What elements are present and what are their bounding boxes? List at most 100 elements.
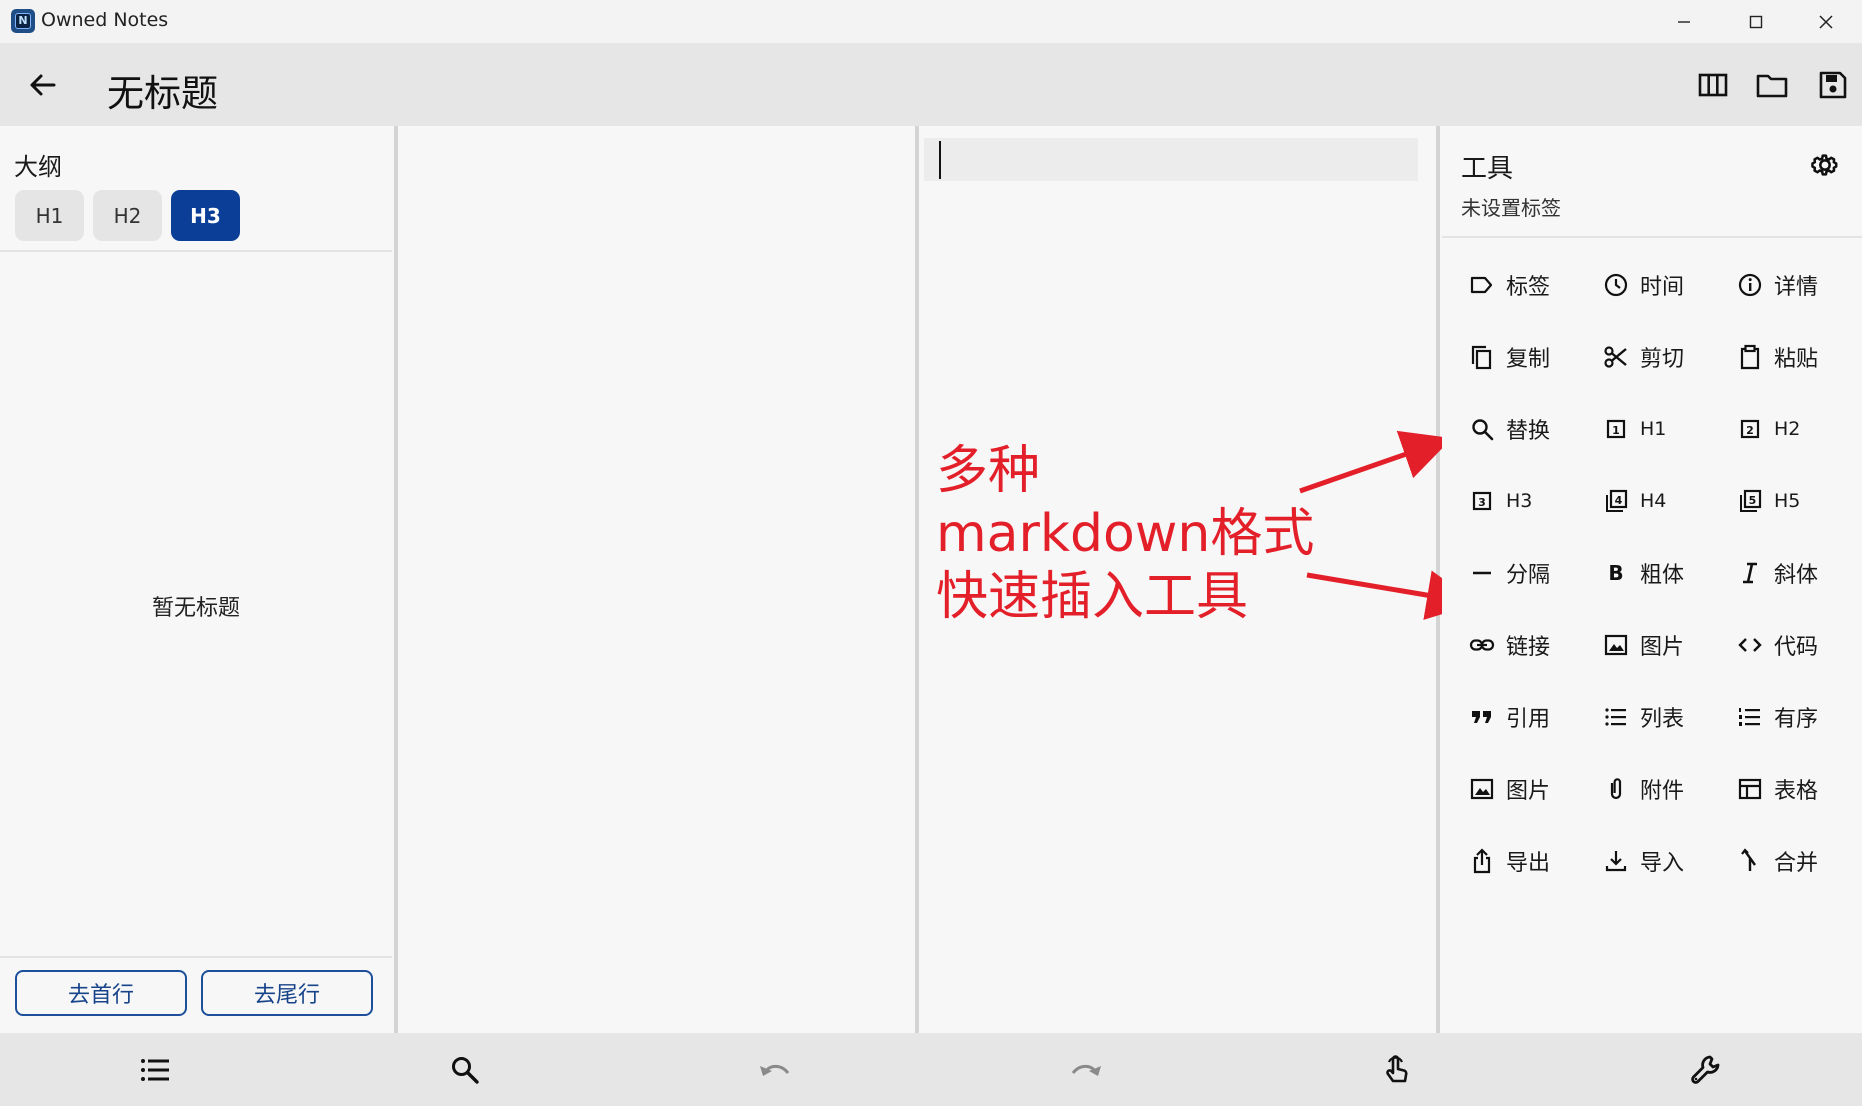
- tool-label: H2: [1774, 418, 1801, 440]
- maximize-icon: [1749, 15, 1763, 28]
- annotation-line: 多种: [936, 441, 1041, 501]
- tool-label: 标签: [1506, 275, 1551, 300]
- tool-label: 斜体: [1774, 563, 1819, 588]
- divider: [0, 250, 392, 252]
- tool-button[interactable]: 图片: [1442, 760, 1572, 818]
- annotation-line: markdown格式: [936, 504, 1315, 564]
- outline-level-h1-button[interactable]: H1: [15, 190, 84, 241]
- columns-layout-button[interactable]: [1688, 60, 1738, 110]
- outline-level-h3-button[interactable]: H3: [171, 190, 240, 241]
- info-icon: [1736, 271, 1764, 299]
- arrow-left-icon: [30, 74, 56, 96]
- tools-toggle-button[interactable]: [1681, 1045, 1731, 1095]
- goto-first-line-button[interactable]: 去首行: [15, 970, 187, 1016]
- tool-label: 粘贴: [1774, 347, 1819, 372]
- search-icon: [452, 1057, 479, 1084]
- annotation-text: 多种 markdown格式 快速插入工具: [936, 440, 1314, 629]
- tool-button[interactable]: 3 H3: [1442, 472, 1572, 530]
- bold-icon: B: [1602, 559, 1630, 587]
- tool-button[interactable]: 附件: [1576, 760, 1706, 818]
- tool-button[interactable]: 表格: [1710, 760, 1840, 818]
- tool-label: 粗体: [1640, 563, 1685, 588]
- svg-text:4: 4: [1615, 494, 1623, 507]
- h2-box-icon: 2: [1736, 415, 1764, 443]
- gear-icon: [1811, 154, 1838, 176]
- redo-button[interactable]: [1061, 1045, 1111, 1095]
- tool-button[interactable]: 详情: [1710, 256, 1840, 314]
- close-window-button[interactable]: [1790, 0, 1862, 43]
- tool-button[interactable]: 1 H1: [1576, 400, 1706, 458]
- outline-panel: 大纲 H1 H2 H3 暂无标题 去首行 去尾行: [0, 126, 392, 1033]
- close-icon: [1819, 14, 1833, 29]
- svg-text:B: B: [1608, 561, 1623, 585]
- tool-label: H3: [1506, 490, 1533, 512]
- minimize-button[interactable]: [1648, 0, 1720, 43]
- back-button[interactable]: [18, 61, 66, 109]
- tool-label: H1: [1640, 418, 1667, 440]
- tool-button[interactable]: 替换: [1442, 400, 1572, 458]
- app-header: 无标题: [0, 43, 1862, 126]
- outline-toggle-button[interactable]: [130, 1045, 180, 1095]
- image-icon: [1602, 631, 1630, 659]
- outline-level-h2-button[interactable]: H2: [93, 190, 162, 241]
- undo-button[interactable]: [750, 1045, 800, 1095]
- h5-box-icon: 5: [1736, 487, 1764, 515]
- tool-button[interactable]: 剪切: [1576, 328, 1706, 386]
- redo-icon: [1071, 1064, 1101, 1076]
- tool-button[interactable]: 列表: [1576, 688, 1706, 746]
- save-button[interactable]: [1808, 60, 1858, 110]
- tools-settings-button[interactable]: [1804, 144, 1846, 186]
- tool-label: 时间: [1640, 275, 1685, 300]
- touch-icon: [1386, 1055, 1408, 1083]
- tool-label: H5: [1774, 490, 1801, 512]
- search-button[interactable]: [440, 1045, 490, 1095]
- maximize-button[interactable]: [1720, 0, 1792, 43]
- label-icon: [1468, 271, 1496, 299]
- tool-button[interactable]: 链接: [1442, 616, 1572, 674]
- divider: [0, 956, 392, 958]
- export-icon: [1468, 847, 1496, 875]
- tool-label: 列表: [1640, 707, 1685, 732]
- tool-button[interactable]: 导出: [1442, 832, 1572, 890]
- h4-box-icon: 4: [1602, 487, 1630, 515]
- tools-panel: 工具 未设置标签 标签 时间 详情 复制 剪切 粘贴 替换 1 H1 2 H2 3 H3 4 H4 5 H5 分隔…: [1442, 126, 1862, 1033]
- tool-button[interactable]: 4 H4: [1576, 472, 1706, 530]
- tool-button[interactable]: 图片: [1576, 616, 1706, 674]
- tool-label: 替换: [1506, 419, 1551, 444]
- tool-button[interactable]: 代码: [1710, 616, 1840, 674]
- goto-last-line-button[interactable]: 去尾行: [201, 970, 373, 1016]
- tool-button[interactable]: 复制: [1442, 328, 1572, 386]
- annotation-line: 快速插入工具: [936, 567, 1249, 627]
- tool-button[interactable]: B 粗体: [1576, 544, 1706, 602]
- tool-button[interactable]: 分隔: [1442, 544, 1572, 602]
- list-icon: [141, 1059, 169, 1081]
- clock-icon: [1602, 271, 1630, 299]
- tool-button[interactable]: 时间: [1576, 256, 1706, 314]
- panel-divider[interactable]: [1436, 126, 1440, 1033]
- tool-button[interactable]: 合并: [1710, 832, 1840, 890]
- svg-text:2: 2: [1746, 424, 1754, 437]
- tool-label: 附件: [1640, 779, 1685, 804]
- tool-button[interactable]: 有序: [1710, 688, 1840, 746]
- folder-icon: [1756, 74, 1788, 98]
- tool-button[interactable]: 斜体: [1710, 544, 1840, 602]
- tool-label: 表格: [1774, 779, 1819, 804]
- attachment-icon: [1602, 775, 1630, 803]
- tool-button[interactable]: 引用: [1442, 688, 1572, 746]
- tool-label: H4: [1640, 490, 1667, 512]
- tool-button[interactable]: 5 H5: [1710, 472, 1840, 530]
- preview-pane: [398, 126, 915, 1033]
- italic-icon: [1736, 559, 1764, 587]
- tool-button[interactable]: 标签: [1442, 256, 1572, 314]
- tool-button[interactable]: 粘贴: [1710, 328, 1840, 386]
- outline-title: 大纲: [14, 153, 62, 181]
- tool-button[interactable]: 导入: [1576, 832, 1706, 890]
- open-folder-button[interactable]: [1747, 60, 1797, 110]
- tool-label: 详情: [1774, 275, 1819, 300]
- columns-icon: [1698, 73, 1728, 97]
- editor-current-line[interactable]: [924, 138, 1418, 181]
- touch-mode-button[interactable]: [1371, 1045, 1421, 1095]
- tool-button[interactable]: 2 H2: [1710, 400, 1840, 458]
- tool-label: 代码: [1774, 635, 1819, 660]
- tool-label: 导出: [1506, 851, 1551, 876]
